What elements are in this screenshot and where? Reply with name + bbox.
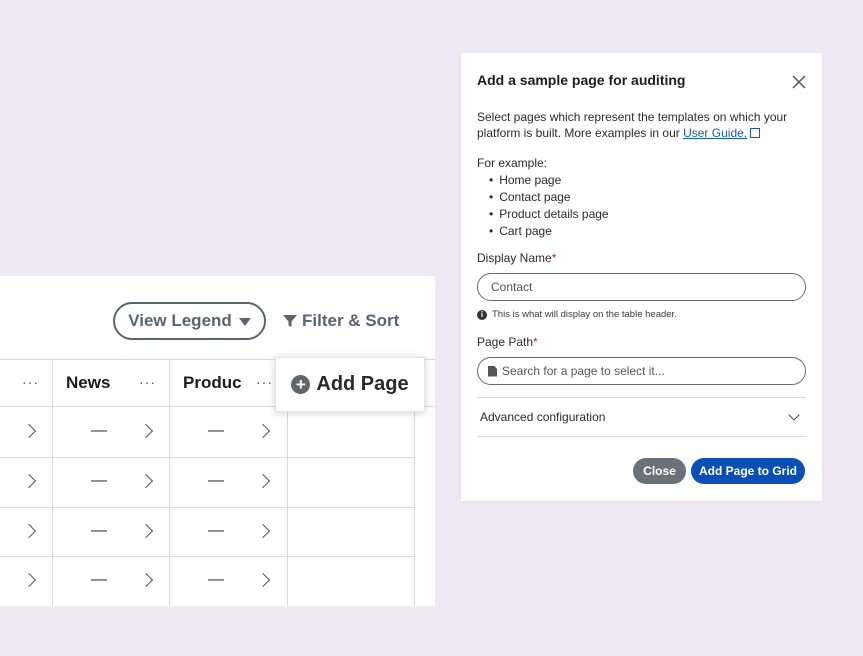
cell-value: —: [208, 522, 224, 539]
list-item: Contact page: [489, 189, 609, 206]
display-name-label-text: Display Name: [477, 251, 552, 265]
page-grid-panel: View Legend Filter & Sort ··· News ··· P…: [0, 276, 435, 606]
add-page-label: Add Page: [316, 373, 409, 395]
cell-value: —: [208, 571, 224, 588]
add-page-to-grid-button[interactable]: Add Page to Grid: [691, 458, 805, 484]
advanced-configuration-toggle[interactable]: Advanced configuration: [477, 397, 806, 437]
page-path-search-input[interactable]: Search for a page to select it...: [477, 357, 806, 385]
caret-down-icon: [238, 317, 251, 326]
chevron-right-icon[interactable]: [138, 473, 154, 489]
chevron-right-icon[interactable]: [21, 523, 37, 539]
column-menu-dots[interactable]: ···: [22, 374, 39, 390]
row-divider: [0, 457, 415, 458]
display-name-hint-text: This is what will display on the table h…: [492, 309, 677, 320]
chevron-right-icon[interactable]: [138, 523, 154, 539]
column-divider: [52, 359, 53, 606]
example-list: For example: Home page Contact page Prod…: [477, 155, 609, 240]
cell-value: —: [208, 422, 224, 439]
filter-sort-button[interactable]: Filter & Sort: [283, 310, 399, 332]
chevron-right-icon[interactable]: [255, 572, 271, 588]
required-marker: *: [533, 335, 538, 349]
display-name-value: Contact: [491, 280, 533, 294]
row-divider: [0, 507, 415, 508]
chevron-right-icon[interactable]: [255, 473, 271, 489]
chevron-right-icon[interactable]: [255, 423, 271, 439]
user-guide-link[interactable]: User Guide.: [683, 126, 747, 140]
cell-value: —: [91, 472, 107, 489]
chevron-down-icon: [788, 409, 800, 421]
chevron-right-icon[interactable]: [21, 572, 37, 588]
dialog-description: Select pages which represent the templat…: [477, 109, 807, 141]
view-legend-label: View Legend: [128, 311, 232, 330]
page-path-label: Page Path*: [477, 335, 538, 349]
required-marker: *: [551, 251, 557, 265]
column-divider: [169, 359, 170, 606]
cell-value: —: [91, 522, 107, 539]
page-path-placeholder: Search for a page to select it...: [502, 364, 665, 378]
column-header-news: News: [66, 373, 111, 392]
list-item: Product details page: [489, 206, 608, 223]
add-sample-page-dialog: Add a sample page for auditing Select pa…: [461, 53, 822, 501]
advanced-configuration-label: Advanced configuration: [480, 410, 606, 424]
display-name-hint: i This is what will display on the table…: [477, 309, 677, 320]
add-page-button[interactable]: + Add Page: [275, 357, 425, 412]
info-icon: i: [477, 309, 487, 320]
display-name-label: Display Name*: [477, 251, 556, 265]
cell-value: —: [91, 422, 107, 439]
chevron-right-icon[interactable]: [21, 423, 37, 439]
column-header-product: Produc: [183, 373, 241, 392]
display-name-field[interactable]: Contact: [477, 273, 806, 301]
page-path-label-text: Page Path: [477, 335, 534, 349]
chevron-right-icon[interactable]: [138, 423, 154, 439]
close-icon[interactable]: [791, 74, 807, 90]
list-item: Cart page: [489, 223, 609, 240]
cell-value: —: [91, 571, 107, 588]
cell-value: —: [208, 472, 224, 489]
filter-sort-label: Filter & Sort: [302, 311, 400, 330]
filter-icon: [283, 314, 297, 328]
chevron-right-icon[interactable]: [138, 572, 154, 588]
example-heading: For example:: [477, 156, 548, 170]
view-legend-button[interactable]: View Legend: [113, 302, 266, 340]
chevron-right-icon[interactable]: [255, 523, 271, 539]
document-icon: [488, 365, 497, 377]
dialog-title: Add a sample page for auditing: [477, 72, 686, 88]
close-button[interactable]: Close: [633, 458, 686, 484]
plus-circle-icon: +: [291, 375, 311, 394]
external-link-icon: [750, 128, 761, 138]
list-item: Home page: [489, 172, 609, 189]
column-menu-dots[interactable]: ···: [139, 374, 156, 390]
row-divider: [0, 556, 415, 557]
column-menu-dots[interactable]: ···: [256, 374, 273, 390]
chevron-right-icon[interactable]: [21, 473, 37, 489]
